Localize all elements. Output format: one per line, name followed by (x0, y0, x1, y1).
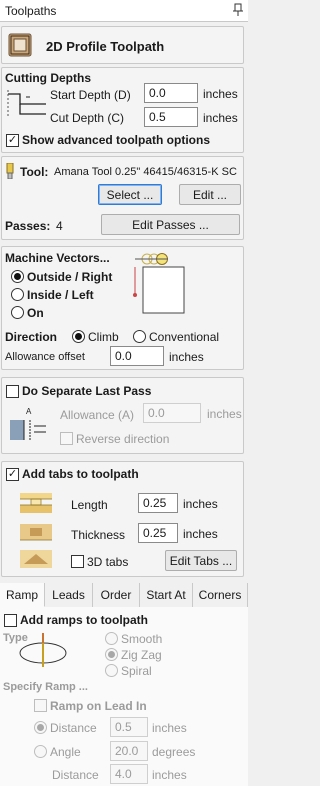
tab-thickness-icon (20, 524, 52, 541)
add-ramps-label: Add ramps to toolpath (20, 613, 148, 627)
depth-diagram-icon (7, 90, 46, 116)
ramp-type-icon (19, 633, 67, 667)
last-pass-diagram-icon: A (10, 407, 46, 440)
ramp-smooth-radio[interactable] (105, 632, 118, 645)
on-radio[interactable] (11, 306, 24, 319)
ramp-angle-input[interactable]: 20.0 (110, 741, 148, 761)
inside-left-radio[interactable] (11, 288, 24, 301)
ramp-tab-panel: Add ramps to toolpath Type Smooth Zig Za… (0, 607, 248, 786)
climb-radio[interactable] (72, 330, 85, 343)
allowance-label: Allowance offset (5, 351, 85, 363)
on-label: On (27, 306, 44, 320)
passes-value: 4 (56, 219, 63, 233)
show-advanced-label: Show advanced toolpath options (22, 133, 211, 147)
reverse-direction-label: Reverse direction (76, 432, 170, 446)
tab-order[interactable]: Order (93, 583, 140, 607)
tabs-panel: ✓ Add tabs to toolpath Length 0.25 inche… (1, 461, 244, 577)
machine-vectors-panel: Machine Vectors... Outside / Right Insid… (1, 246, 244, 370)
edit-tool-button[interactable]: Edit ... (179, 184, 241, 205)
tab-length-input[interactable]: 0.25 (138, 493, 178, 513)
ramp-distance2-input[interactable]: 4.0 (110, 764, 148, 784)
inside-left-label: Inside / Left (27, 288, 94, 302)
separate-last-pass-checkbox[interactable] (6, 385, 19, 398)
last-pass-allowance-label: Allowance (A) (60, 408, 135, 422)
reverse-direction-checkbox[interactable] (60, 432, 73, 445)
ramp-spiral-radio[interactable] (105, 664, 118, 677)
cut-depth-label: Cut Depth (C) (50, 111, 125, 125)
allowance-input[interactable]: 0.0 (110, 346, 164, 366)
ramp-spiral-label: Spiral (121, 664, 152, 678)
passes-label: Passes: (5, 219, 51, 233)
start-depth-input[interactable]: 0.0 (144, 83, 198, 103)
tab-leads[interactable]: Leads (45, 583, 93, 607)
edit-tabs-button[interactable]: Edit Tabs ... (165, 550, 237, 571)
ramp-angle-label: Angle (50, 745, 81, 759)
add-tabs-checkbox[interactable]: ✓ (6, 468, 19, 481)
tab-corners[interactable]: Corners (193, 583, 248, 607)
ramp-zigzag-label: Zig Zag (121, 648, 162, 662)
profile-toolpath-icon (8, 33, 32, 57)
tab-length-units: inches (183, 497, 218, 511)
outside-right-label: Outside / Right (27, 270, 113, 284)
ramp-angle-radio[interactable] (34, 745, 47, 758)
svg-text:A: A (26, 407, 32, 416)
tool-name: Amana Tool 0.25" 46415/46315-K SC (54, 166, 237, 178)
tab-thickness-label: Thickness (71, 528, 126, 542)
tab-ramp[interactable]: Ramp (0, 583, 45, 607)
tab-length-label: Length (71, 498, 108, 512)
tab-length-icon (20, 493, 52, 513)
conventional-radio[interactable] (133, 330, 146, 343)
ramp-distance2-units: inches (152, 768, 187, 782)
select-tool-button[interactable]: Select ... (98, 184, 162, 205)
ramp-smooth-label: Smooth (121, 632, 163, 646)
options-tab-bar: Ramp Leads Order Start At Corners (0, 583, 248, 607)
vector-preview-icon (133, 253, 185, 314)
start-depth-label: Start Depth (D) (50, 88, 131, 102)
outside-right-radio[interactable] (11, 270, 24, 283)
window-title: Toolpaths (5, 3, 57, 18)
ramp-angle-units: degrees (152, 745, 196, 759)
window-titlebar: Toolpaths (0, 0, 248, 22)
ramp-distance-radio[interactable] (34, 721, 47, 734)
tabs-3d-label: 3D tabs (87, 555, 129, 569)
pin-icon[interactable] (231, 3, 245, 17)
ramp-lead-in-label: Ramp on Lead In (50, 699, 147, 713)
separate-last-pass-label: Do Separate Last Pass (22, 384, 152, 398)
tabs-3d-checkbox[interactable] (71, 555, 84, 568)
cutting-depths-panel: Cutting Depths Start Depth (D) 0.0 inche… (1, 67, 244, 153)
machine-vectors-heading: Machine Vectors... (5, 251, 110, 265)
ramp-distance-units: inches (152, 721, 187, 735)
tool-panel: Tool: Amana Tool 0.25" 46415/46315-K SC … (1, 156, 244, 240)
last-pass-allowance-input[interactable]: 0.0 (143, 403, 201, 423)
ramp-distance2-label: Distance (52, 768, 99, 782)
show-advanced-checkbox[interactable]: ✓ (6, 134, 19, 147)
ramp-distance-input[interactable]: 0.5 (110, 717, 148, 737)
climb-label: Climb (88, 330, 119, 344)
cutting-depths-heading: Cutting Depths (5, 71, 91, 85)
tab-thickness-input[interactable]: 0.25 (138, 523, 178, 543)
cut-depth-input[interactable]: 0.5 (144, 107, 198, 127)
last-pass-panel: Do Separate Last Pass A Allowance (A) 0.… (1, 377, 244, 454)
tab-thickness-units: inches (183, 527, 218, 541)
tool-bit-icon (6, 163, 14, 179)
cut-depth-units: inches (203, 111, 238, 125)
last-pass-allowance-units: inches (207, 407, 242, 421)
add-ramps-checkbox[interactable] (4, 614, 17, 627)
start-depth-units: inches (203, 87, 238, 101)
tab-start-at[interactable]: Start At (140, 583, 193, 607)
conventional-label: Conventional (149, 330, 220, 344)
edit-passes-button[interactable]: Edit Passes ... (101, 214, 240, 235)
add-tabs-label: Add tabs to toolpath (22, 467, 139, 481)
ramp-lead-in-checkbox[interactable] (34, 699, 47, 712)
toolpath-header: 2D Profile Toolpath (1, 26, 244, 64)
specify-ramp-label: Specify Ramp ... (3, 681, 88, 693)
tool-label: Tool: (20, 165, 49, 179)
direction-label: Direction (5, 330, 58, 344)
tab-3d-icon (20, 550, 52, 568)
ramp-zigzag-radio[interactable] (105, 648, 118, 661)
allowance-units: inches (169, 350, 204, 364)
ramp-distance-label: Distance (50, 721, 97, 735)
page-title: 2D Profile Toolpath (46, 39, 165, 54)
